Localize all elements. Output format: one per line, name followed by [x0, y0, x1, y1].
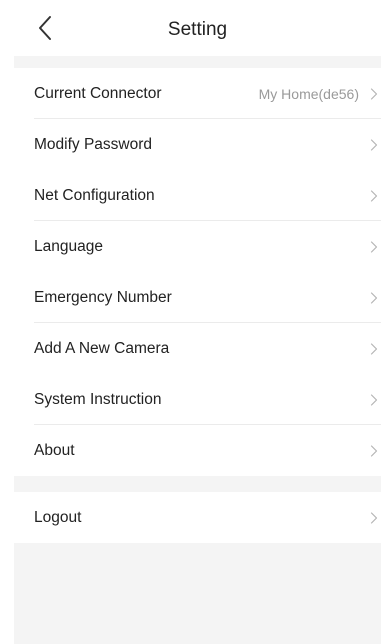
- chevron-right-icon: [370, 138, 378, 151]
- menu-item-label: Emergency Number: [34, 288, 172, 306]
- logout-button[interactable]: Logout: [14, 492, 381, 543]
- menu-item-label: System Instruction: [34, 390, 162, 408]
- menu-item-label: Current Connector: [34, 84, 162, 102]
- menu-item-label: Language: [34, 237, 103, 255]
- menu-item-language[interactable]: Language: [14, 221, 381, 272]
- chevron-right-icon: [370, 342, 378, 355]
- section-gap: [14, 56, 381, 68]
- chevron-right-icon: [370, 189, 378, 202]
- settings-list: Current Connector My Home(de56) Modify P…: [14, 68, 381, 476]
- menu-item-add-camera[interactable]: Add A New Camera: [14, 323, 381, 374]
- menu-item-label: Net Configuration: [34, 186, 155, 204]
- section-gap: [14, 476, 381, 492]
- chevron-right-icon: [370, 87, 378, 100]
- menu-item-current-connector[interactable]: Current Connector My Home(de56): [14, 68, 381, 119]
- page-title: Setting: [167, 19, 228, 40]
- menu-item-system-instruction[interactable]: System Instruction: [14, 374, 381, 425]
- menu-item-net-configuration[interactable]: Net Configuration: [14, 170, 381, 221]
- logout-label: Logout: [34, 508, 82, 526]
- chevron-right-icon: [370, 444, 378, 457]
- menu-item-label: Modify Password: [34, 135, 153, 153]
- current-connector-value: My Home(de56): [258, 85, 359, 102]
- chevron-right-icon: [370, 240, 378, 253]
- menu-item-modify-password[interactable]: Modify Password: [14, 119, 381, 170]
- logout-group: Logout: [14, 492, 381, 543]
- menu-item-label: About: [34, 441, 75, 459]
- chevron-right-icon: [370, 291, 378, 304]
- settings-screen: Setting Current Connector My Home(de56) …: [14, 0, 381, 644]
- menu-item-about[interactable]: About: [14, 425, 381, 476]
- menu-item-emergency-number[interactable]: Emergency Number: [14, 272, 381, 323]
- chevron-right-icon: [370, 393, 378, 406]
- chevron-right-icon: [370, 511, 378, 524]
- header-bar: Setting: [14, 0, 381, 56]
- menu-item-label: Add A New Camera: [34, 339, 170, 357]
